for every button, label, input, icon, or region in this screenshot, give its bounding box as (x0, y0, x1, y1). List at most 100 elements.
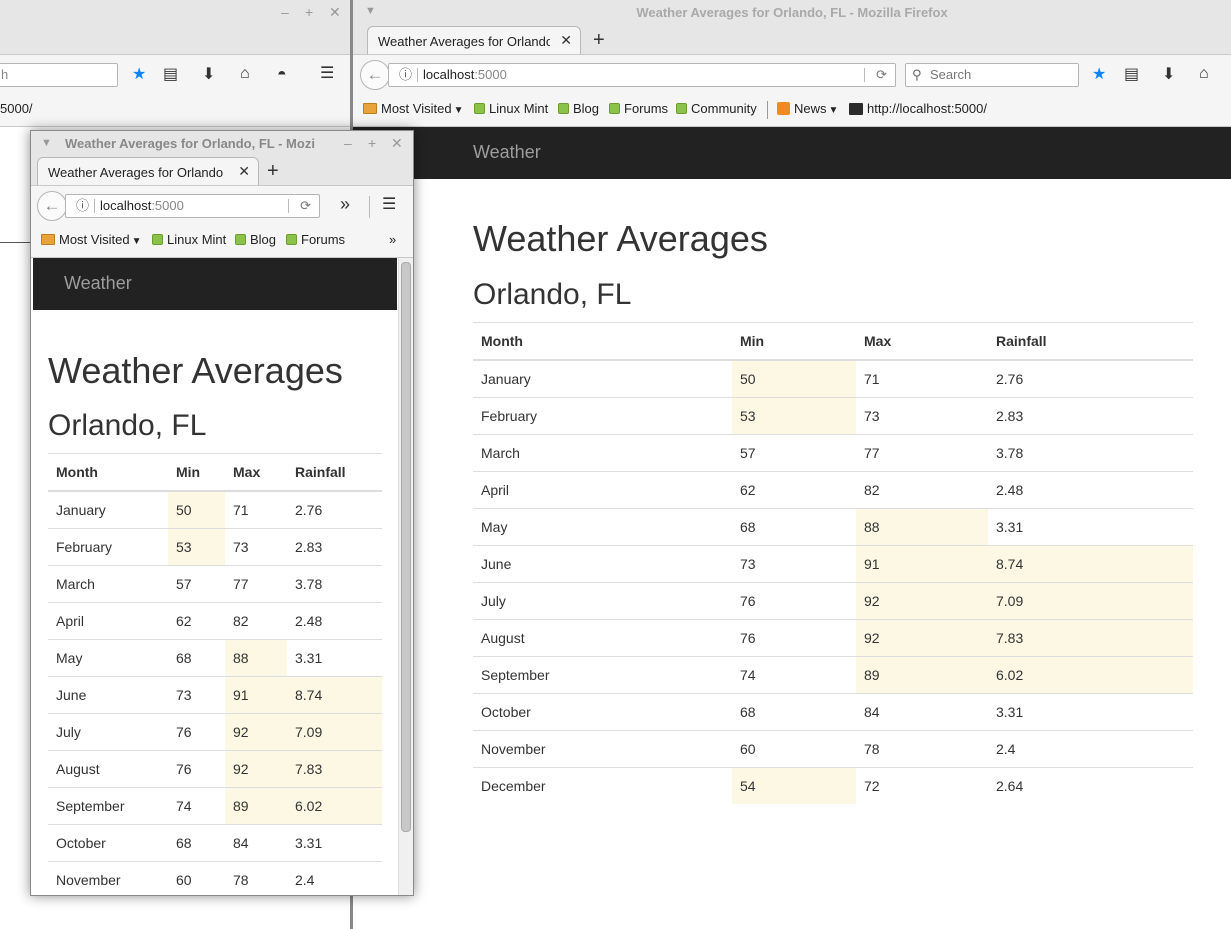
bookmark-forums[interactable]: Forums (286, 232, 345, 247)
menu-icon[interactable]: ☰ (382, 195, 396, 215)
close-icon[interactable]: ✕ (391, 135, 403, 152)
minimize-icon[interactable]: – (344, 135, 352, 151)
page-title: Weather Averages (48, 350, 343, 391)
bookmark-blog[interactable]: Blog (235, 232, 276, 247)
tab-weather-averages[interactable]: Weather Averages for Orlando, FL ✕ (37, 157, 259, 185)
star-icon[interactable]: ★ (132, 65, 146, 85)
table-row: July 76 92 7.09 (473, 582, 1193, 620)
cell-month: September (473, 656, 732, 694)
bookmark-forums[interactable]: Forums (609, 101, 668, 116)
bookmark-most-visited[interactable]: Most Visited ▼ (363, 101, 463, 116)
back-button[interactable]: ← (37, 191, 67, 221)
cell-rainfall: 2.83 (287, 528, 382, 566)
cell-min: 53 (168, 528, 225, 566)
star-icon[interactable]: ★ (1092, 65, 1106, 85)
cell-month: January (56, 502, 106, 518)
cell-rainfall: 3.31 (287, 639, 382, 677)
cell-rainfall: 2.4 (287, 861, 382, 895)
home-icon[interactable]: ⌂ (240, 64, 250, 84)
window-menu-icon[interactable]: ▼ (41, 137, 52, 149)
back-button[interactable]: ← (360, 60, 390, 90)
home-icon[interactable]: ⌂ (1199, 64, 1209, 84)
cell-max: 92 (225, 713, 287, 751)
tab-title: Weather Averages for Orlando, FL (378, 34, 550, 49)
pocket-icon[interactable]: ◓ (277, 65, 287, 85)
table-row: November 60 78 2.4 (473, 730, 1193, 768)
cell-month: September (48, 787, 168, 825)
cell-month: November (48, 861, 168, 895)
cell-min: 76 (732, 582, 856, 620)
window-menu-icon[interactable]: ▼ (365, 5, 376, 17)
info-icon[interactable]: ⓘ (76, 195, 89, 217)
search-input-left[interactable]: h (0, 63, 118, 87)
maximize-icon[interactable]: + (368, 135, 376, 151)
plus-icon[interactable]: + (267, 161, 279, 181)
cell-month: June (48, 676, 168, 714)
url-bar[interactable]: ⓘ localhost:5000 ⟳ (65, 194, 320, 218)
url-host: localhost (100, 198, 152, 213)
navbar-brand[interactable]: Weather (64, 273, 132, 294)
cell-min: 60 (732, 730, 856, 768)
close-icon[interactable]: ✕ (560, 32, 572, 49)
bookmarks-bar: Most Visited ▼ Linux Mint Blog Forums Com… (353, 94, 1231, 127)
cell-max: 84 (856, 693, 988, 731)
weather-table: Month Min Max Rainfall January 50 71 2.76 Fe… (48, 453, 382, 895)
plus-icon[interactable]: + (593, 30, 605, 50)
cell-month: May (473, 508, 732, 546)
search-input[interactable]: ⚲ Search (905, 63, 1079, 87)
cell-month: February (473, 397, 732, 435)
reading-list-icon[interactable]: ▤ (163, 65, 178, 85)
bookmark-linux-mint[interactable]: Linux Mint (474, 101, 548, 116)
scrollbar-thumb[interactable] (401, 262, 411, 832)
cell-min: 60 (168, 861, 225, 895)
cell-max: 73 (225, 528, 287, 566)
table-row: October 68 84 3.31 (48, 824, 382, 862)
maximize-icon[interactable]: + (305, 4, 313, 20)
reload-icon[interactable]: ⟳ (300, 195, 311, 217)
bookmark-community[interactable]: Community (676, 101, 757, 116)
tab-weather-averages[interactable]: Weather Averages for Orlando, FL ✕ (367, 26, 581, 54)
reading-list-icon[interactable]: ▤ (1124, 65, 1139, 85)
bookmark-most-visited[interactable]: Most Visited ▼ (41, 232, 141, 247)
minimize-icon[interactable]: – (281, 4, 289, 20)
overflow-chevron-icon[interactable]: » (340, 194, 350, 214)
small-browser-window: Weather Averages for Orlando, FL - Mozi … (30, 130, 414, 896)
bookmarks-separator (767, 101, 768, 119)
bookmark-localhost[interactable]: http://localhost:5000/ (849, 101, 987, 116)
bookmark-news[interactable]: News ▼ (777, 101, 838, 116)
url-port: :5000 (151, 198, 184, 213)
table-row: March 57 77 3.78 (473, 434, 1193, 472)
bookmarks-overflow-chevron[interactable]: » (389, 232, 396, 247)
cell-month: April (473, 471, 732, 509)
col-header-rainfall: Rainfall (988, 322, 1193, 361)
cell-min: 68 (732, 508, 856, 546)
cell-min: 76 (168, 713, 225, 751)
close-icon[interactable]: ✕ (329, 4, 341, 21)
folder-icon (41, 234, 55, 245)
cell-max: 72 (856, 767, 988, 804)
reload-icon[interactable]: ⟳ (876, 64, 887, 86)
url-host: localhost (423, 67, 475, 82)
cell-max: 91 (225, 676, 287, 714)
info-icon[interactable]: ⓘ (399, 64, 412, 86)
cell-rainfall: 6.02 (988, 656, 1193, 694)
bookmark-blog[interactable]: Blog (558, 101, 599, 116)
main-browser-window: Weather Averages for Orlando, FL - Mozil… (353, 0, 1231, 929)
download-icon[interactable]: ⬇ (1162, 65, 1175, 85)
linux-mint-icon (676, 103, 687, 114)
url-bar[interactable]: ⓘ localhost:5000 ⟳ (388, 63, 896, 87)
url-divider (94, 199, 95, 213)
cell-rainfall: 2.64 (988, 767, 1193, 804)
download-icon[interactable]: ⬇ (202, 65, 215, 85)
vertical-scrollbar[interactable] (398, 258, 413, 895)
navbar-brand[interactable]: Weather (473, 142, 541, 163)
close-icon[interactable]: ✕ (238, 163, 250, 180)
cell-rainfall: 2.48 (287, 602, 382, 640)
cell-min: 62 (168, 602, 225, 640)
table-row: October 68 84 3.31 (473, 693, 1193, 731)
cell-rainfall: 2.83 (988, 397, 1193, 435)
menu-icon[interactable]: ☰ (320, 64, 334, 84)
col-header-max: Max (856, 322, 988, 361)
table-row: February 53 73 2.83 (48, 528, 382, 566)
bookmark-linux-mint[interactable]: Linux Mint (152, 232, 226, 247)
